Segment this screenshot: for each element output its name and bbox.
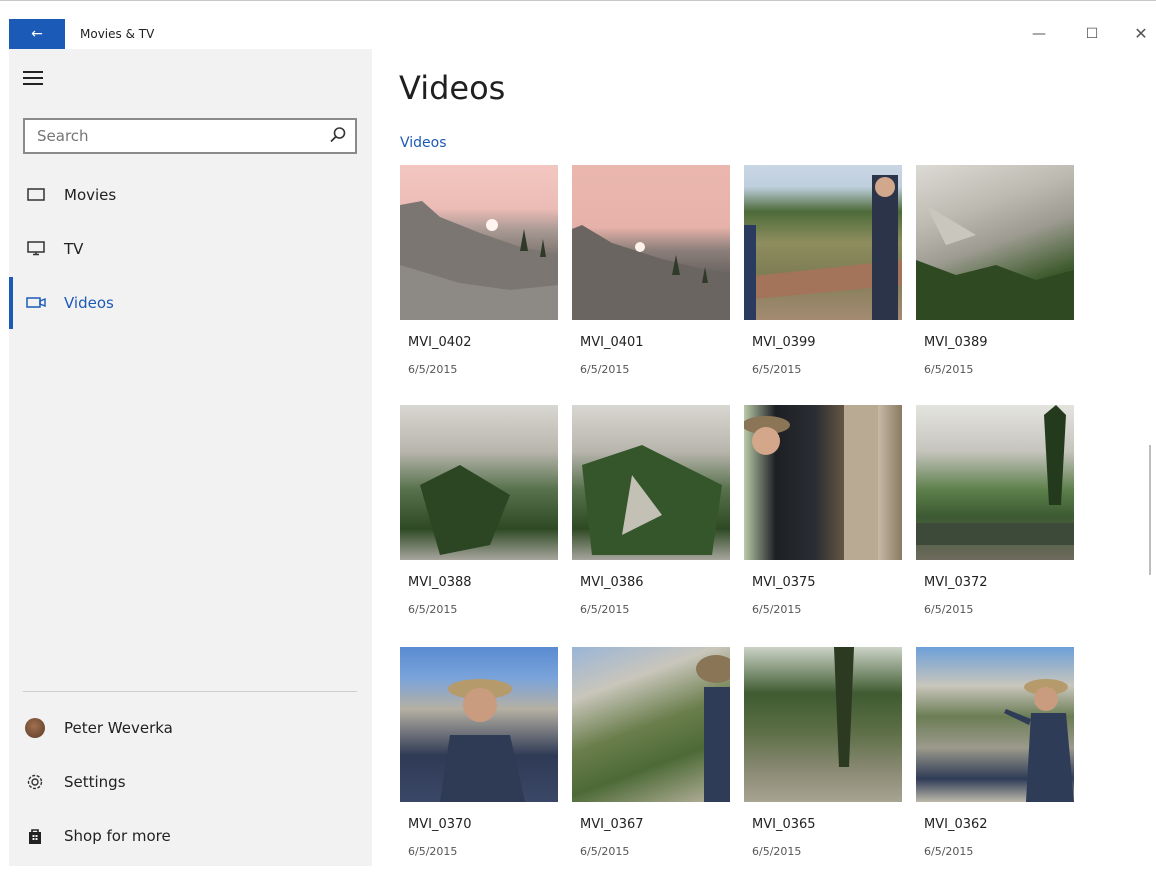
title-bar: ← Movies & TV — ☐ ✕ bbox=[0, 13, 1156, 49]
video-tile[interactable]: MVI_0370 6/5/2015 bbox=[400, 647, 558, 877]
video-date: 6/5/2015 bbox=[752, 363, 802, 376]
page-title: Videos bbox=[399, 69, 506, 107]
forest-valley-image bbox=[582, 445, 722, 555]
sidebar-item-shop[interactable]: Shop for more bbox=[9, 810, 372, 862]
video-title: MVI_0362 bbox=[924, 817, 988, 832]
mountain-image bbox=[400, 201, 558, 320]
log-carry-image bbox=[744, 175, 902, 320]
video-tile[interactable]: MVI_0401 6/5/2015 bbox=[572, 165, 730, 395]
tv-icon bbox=[27, 241, 45, 256]
forest-valley-image bbox=[420, 465, 510, 555]
hamburger-menu-icon[interactable] bbox=[23, 71, 43, 85]
search-input[interactable] bbox=[25, 120, 315, 152]
back-arrow-icon: ← bbox=[31, 26, 43, 42]
app-title: Movies & TV bbox=[80, 27, 155, 41]
sidebar-item-label: Shop for more bbox=[64, 827, 171, 845]
video-thumbnail[interactable] bbox=[916, 647, 1074, 802]
video-thumbnail[interactable] bbox=[400, 647, 558, 802]
video-thumbnail[interactable] bbox=[916, 405, 1074, 560]
video-tile[interactable]: MVI_0388 6/5/2015 bbox=[400, 405, 558, 635]
video-date: 6/5/2015 bbox=[924, 845, 974, 858]
scrollbar[interactable] bbox=[1149, 445, 1151, 575]
video-thumbnail[interactable] bbox=[744, 647, 902, 802]
avatar bbox=[25, 718, 45, 738]
video-title: MVI_0375 bbox=[752, 575, 816, 590]
video-tile[interactable]: MVI_0365 6/5/2015 bbox=[744, 647, 902, 877]
section-title[interactable]: Videos bbox=[400, 135, 447, 151]
video-tile[interactable]: MVI_0399 6/5/2015 bbox=[744, 165, 902, 395]
search-icon[interactable] bbox=[329, 126, 347, 144]
video-date: 6/5/2015 bbox=[752, 603, 802, 616]
video-date: 6/5/2015 bbox=[580, 363, 630, 376]
user-name: Peter Weverka bbox=[64, 719, 173, 737]
maximize-button[interactable]: ☐ bbox=[1069, 19, 1115, 49]
sidebar-item-label: Settings bbox=[64, 773, 126, 791]
video-title: MVI_0388 bbox=[408, 575, 472, 590]
video-title: MVI_0399 bbox=[752, 335, 816, 350]
movies-icon bbox=[27, 188, 45, 201]
main-content: Videos Videos MVI_0402 6/5/2015 MVI_0401… bbox=[372, 49, 1156, 866]
hiker-image bbox=[440, 679, 525, 802]
video-thumbnail[interactable] bbox=[742, 405, 902, 560]
meadow-image bbox=[696, 655, 736, 802]
app-window: ← Movies & TV — ☐ ✕ Movies bbox=[0, 0, 1156, 866]
forest-trail-image bbox=[834, 647, 854, 767]
sidebar-item-label: Movies bbox=[64, 186, 117, 204]
minimize-button[interactable]: — bbox=[1016, 19, 1062, 49]
video-title: MVI_0386 bbox=[580, 575, 644, 590]
sidebar-item-settings[interactable]: Settings bbox=[9, 756, 372, 808]
video-tile[interactable]: MVI_0375 6/5/2015 bbox=[742, 405, 902, 635]
back-button[interactable]: ← bbox=[9, 19, 65, 49]
video-title: MVI_0389 bbox=[924, 335, 988, 350]
video-tile[interactable]: MVI_0386 6/5/2015 bbox=[572, 405, 730, 635]
video-thumbnail[interactable] bbox=[572, 647, 736, 802]
video-title: MVI_0365 bbox=[752, 817, 816, 832]
video-date: 6/5/2015 bbox=[580, 603, 630, 616]
maximize-icon: ☐ bbox=[1085, 26, 1099, 42]
granite-slopes-image bbox=[916, 205, 1074, 320]
mountain-image bbox=[572, 225, 730, 320]
sidebar-item-tv[interactable]: TV bbox=[9, 223, 372, 275]
sidebar-item-label: Videos bbox=[64, 294, 114, 312]
search-box bbox=[23, 118, 357, 154]
video-tile[interactable]: MVI_0402 6/5/2015 bbox=[400, 165, 558, 395]
video-tile[interactable]: MVI_0389 6/5/2015 bbox=[916, 165, 1074, 395]
video-thumbnail[interactable] bbox=[572, 405, 730, 560]
video-tile[interactable]: MVI_0372 6/5/2015 bbox=[916, 405, 1074, 635]
video-tile[interactable]: MVI_0362 6/5/2015 bbox=[916, 647, 1074, 877]
sidebar-item-movies[interactable]: Movies bbox=[9, 169, 372, 221]
man-at-tree-image bbox=[742, 405, 878, 560]
gear-icon bbox=[27, 774, 43, 790]
video-thumbnail[interactable] bbox=[400, 405, 558, 560]
video-title: MVI_0402 bbox=[408, 335, 472, 350]
video-date: 6/5/2015 bbox=[752, 845, 802, 858]
video-thumbnail[interactable] bbox=[400, 165, 558, 320]
video-title: MVI_0370 bbox=[408, 817, 472, 832]
sidebar: Movies TV Videos Peter Weverka bbox=[9, 49, 372, 866]
video-thumbnail[interactable] bbox=[744, 165, 902, 320]
video-tile[interactable]: MVI_0367 6/5/2015 bbox=[572, 647, 736, 877]
video-title: MVI_0367 bbox=[580, 817, 644, 832]
video-title: MVI_0372 bbox=[924, 575, 988, 590]
video-date: 6/5/2015 bbox=[408, 363, 458, 376]
video-date: 6/5/2015 bbox=[924, 603, 974, 616]
minimize-icon: — bbox=[1032, 26, 1046, 42]
close-button[interactable]: ✕ bbox=[1118, 19, 1156, 49]
close-icon: ✕ bbox=[1134, 24, 1148, 43]
video-date: 6/5/2015 bbox=[580, 845, 630, 858]
video-date: 6/5/2015 bbox=[924, 363, 974, 376]
shopping-bag-icon bbox=[29, 829, 41, 844]
sidebar-item-label: TV bbox=[64, 240, 84, 258]
video-thumbnail[interactable] bbox=[916, 165, 1074, 320]
sidebar-divider bbox=[23, 691, 357, 692]
mountain-pond-image bbox=[916, 405, 1074, 545]
video-date: 6/5/2015 bbox=[408, 845, 458, 858]
hiker-pointing-image bbox=[1004, 679, 1074, 802]
video-thumbnail[interactable] bbox=[572, 165, 730, 320]
user-account-item[interactable]: Peter Weverka bbox=[9, 702, 372, 754]
video-title: MVI_0401 bbox=[580, 335, 644, 350]
video-date: 6/5/2015 bbox=[408, 603, 458, 616]
sidebar-item-videos[interactable]: Videos bbox=[9, 277, 372, 329]
videos-icon bbox=[26, 297, 46, 308]
